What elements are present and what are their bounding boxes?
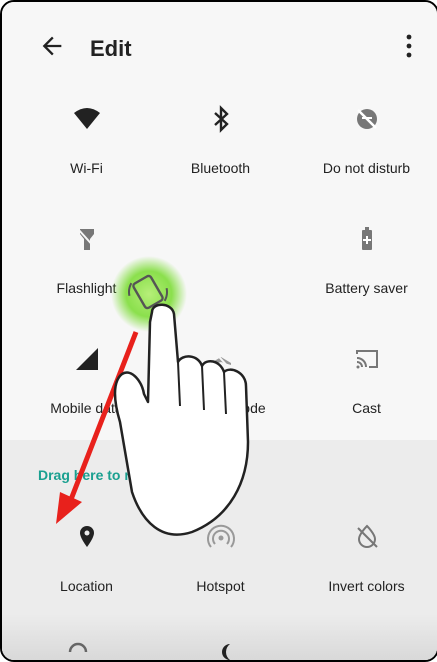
phone-screen: Edit Wi-Fi Bluetooth Do not disturb Flas… [0, 0, 437, 662]
drag-gesture-overlay [56, 256, 250, 536]
drag-arrow-head [56, 492, 82, 524]
